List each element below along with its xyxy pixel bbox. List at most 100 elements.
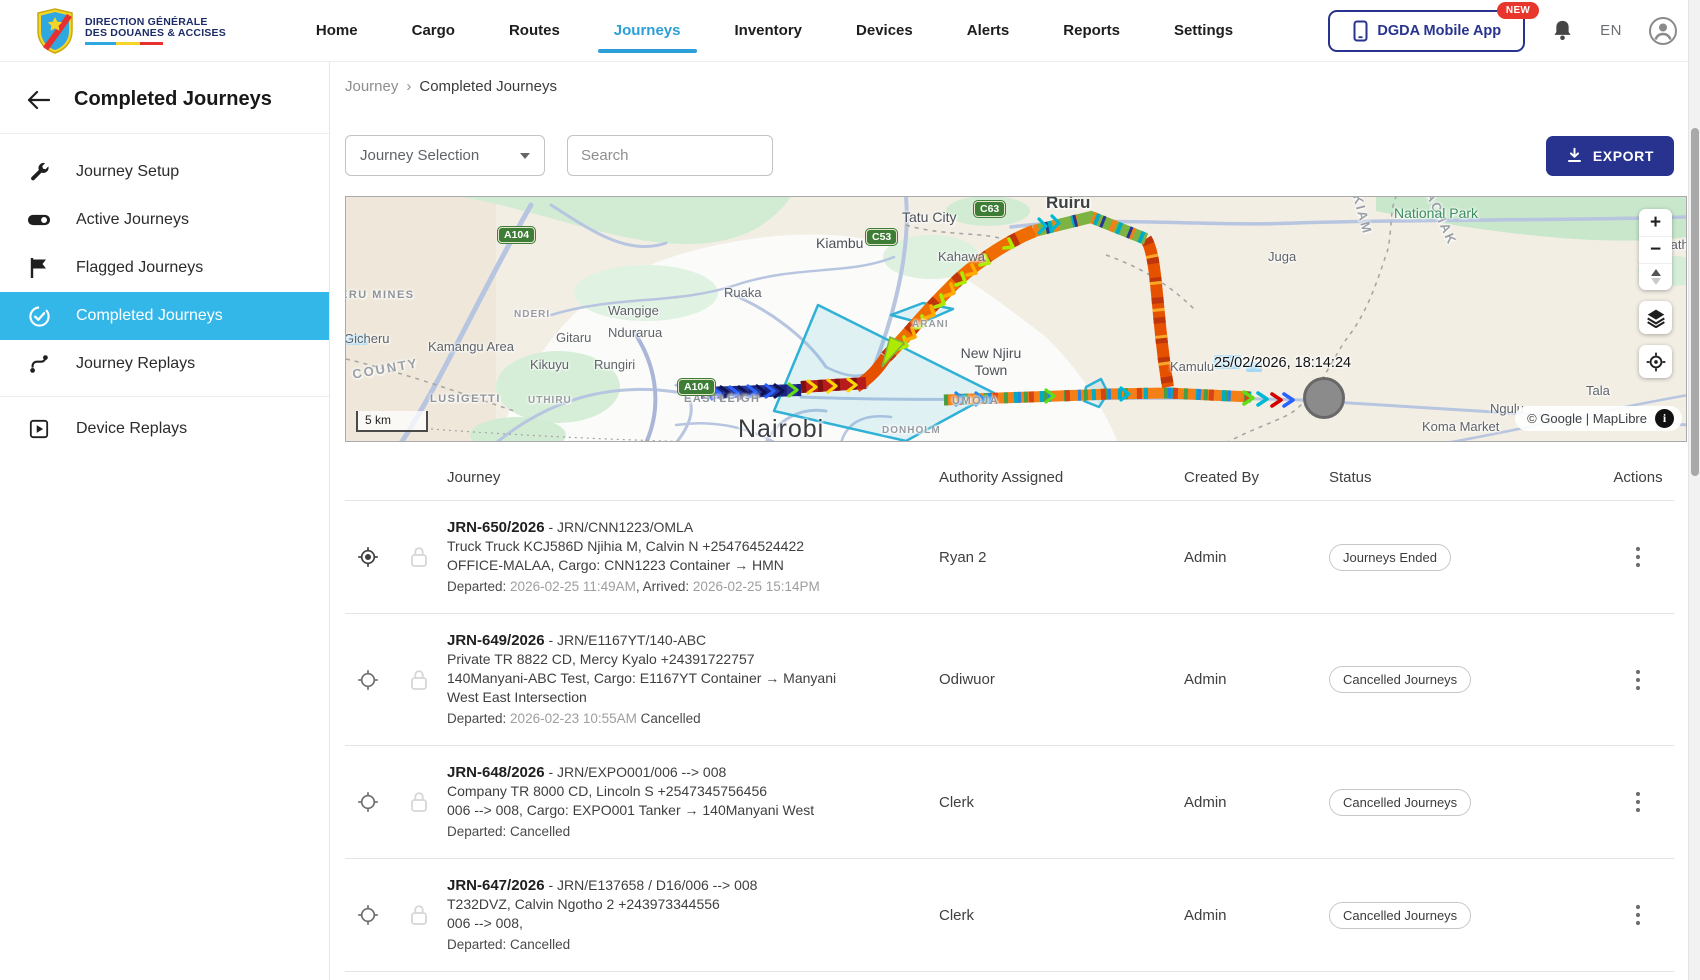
focus-location-icon[interactable] xyxy=(345,790,391,814)
journey-id: JRN-647/2026 xyxy=(447,877,545,894)
sidebar-item-label: Flagged Journeys xyxy=(76,259,203,277)
sidebar-item-journey-setup[interactable]: Journey Setup xyxy=(0,148,329,196)
download-icon xyxy=(1566,147,1583,164)
nav-item-alerts[interactable]: Alerts xyxy=(965,2,1012,59)
lock-icon[interactable] xyxy=(391,545,447,569)
focus-location-icon[interactable] xyxy=(345,903,391,927)
page-scrollbar[interactable] xyxy=(1688,0,1700,980)
road-shield-c53: C53 xyxy=(866,229,897,245)
sidebar-item-device-replays[interactable]: Device Replays xyxy=(0,405,329,453)
page-title: Completed Journeys xyxy=(74,88,272,111)
journey-time-label: Cancelled xyxy=(510,937,570,952)
table-row: JRN-649/2026 - JRN/E1167YT/140-ABCPrivat… xyxy=(345,614,1674,745)
divider xyxy=(0,396,329,397)
map-canvas xyxy=(346,197,1687,442)
sidebar-item-flagged-journeys[interactable]: Flagged Journeys xyxy=(0,244,329,292)
breadcrumb: Journey › Completed Journeys xyxy=(331,62,1688,95)
lock-icon[interactable] xyxy=(391,903,447,927)
sidebar-item-label: Device Replays xyxy=(76,420,187,438)
column-header-actions: Actions xyxy=(1601,469,1675,486)
sidebar-item-label: Journey Replays xyxy=(76,355,195,373)
nav-item-settings[interactable]: Settings xyxy=(1172,2,1235,59)
compass-icon xyxy=(1649,268,1663,286)
journey-route-cargo: 006 --> 008, Cargo: EXPO001 Tanker → 140… xyxy=(447,801,869,820)
breadcrumb-separator: › xyxy=(406,78,411,95)
check-circle-icon xyxy=(26,305,52,328)
authority-assigned-cell: Clerk xyxy=(939,907,1184,924)
journey-time-value: 2026-02-25 15:14PM xyxy=(693,579,820,594)
map-attribution-text: © Google | MapLibre xyxy=(1527,411,1647,426)
journey-ref: - JRN/E137658 / D16/006 --> 008 xyxy=(545,877,758,893)
route-icon xyxy=(26,353,52,375)
nav-item-journeys[interactable]: Journeys xyxy=(612,2,683,59)
journey-ref: - JRN/CNN1223/OMLA xyxy=(545,519,694,535)
journey-route-cargo: OFFICE-MALAA, Cargo: CNN1223 Container →… xyxy=(447,556,869,575)
breadcrumb-parent[interactable]: Journey xyxy=(345,78,398,95)
status-badge: Cancelled Journeys xyxy=(1329,902,1471,929)
sidebar-item-label: Journey Setup xyxy=(76,163,179,181)
user-avatar-icon[interactable] xyxy=(1648,16,1678,46)
scrollbar-thumb[interactable] xyxy=(1691,128,1699,476)
sidebar-item-journey-replays[interactable]: Journey Replays xyxy=(0,340,329,388)
phone-icon xyxy=(1352,20,1369,42)
dgda-crest-icon xyxy=(34,7,76,55)
back-arrow-icon[interactable] xyxy=(26,90,50,110)
map-zoom-controls: + − xyxy=(1639,209,1672,290)
row-actions-kebab-icon[interactable] xyxy=(1601,546,1675,568)
nav-item-reports[interactable]: Reports xyxy=(1061,2,1122,59)
column-header-created-by: Created By xyxy=(1184,469,1329,486)
journey-times: Departed: Cancelled xyxy=(447,822,869,841)
journey-time-label: , xyxy=(636,579,643,594)
main-nav: Home Cargo Routes Journeys Inventory Devices A… xyxy=(314,2,1235,59)
top-navbar: DIRECTION GÉNÉRALE DES DOUANES & ACCISES… xyxy=(0,0,1700,62)
map-scale-bar: 5 km xyxy=(356,411,428,432)
journey-id: JRN-650/2026 xyxy=(447,519,545,536)
export-button[interactable]: EXPORT xyxy=(1546,136,1674,176)
lock-icon[interactable] xyxy=(391,668,447,692)
sidebar-item-active-journeys[interactable]: Active Journeys xyxy=(0,196,329,244)
search-input[interactable] xyxy=(567,135,773,176)
nav-item-routes[interactable]: Routes xyxy=(507,2,562,59)
sidebar-item-completed-journeys[interactable]: Completed Journeys xyxy=(0,292,329,340)
notifications-bell-icon[interactable] xyxy=(1551,18,1574,43)
journey-selection-dropdown[interactable]: Journey Selection xyxy=(345,135,545,176)
journey-cell: JRN-649/2026 - JRN/E1167YT/140-ABCPrivat… xyxy=(447,631,939,728)
table-row: JRN-647/2026 - JRN/E137658 / D16/006 -->… xyxy=(345,859,1674,971)
map-attribution: © Google | MapLibre i xyxy=(1515,406,1682,431)
mobile-app-label: DGDA Mobile App xyxy=(1377,23,1501,39)
map-layers-button[interactable] xyxy=(1639,301,1672,334)
lock-icon[interactable] xyxy=(391,790,447,814)
focus-location-icon[interactable] xyxy=(345,668,391,692)
journey-time-value: 2026-02-23 10:55AM xyxy=(510,711,637,726)
journey-time-value: 2026-02-25 11:49AM xyxy=(510,579,636,594)
info-icon[interactable]: i xyxy=(1655,409,1674,428)
locate-target-icon xyxy=(1646,352,1666,372)
journey-times: Departed: 2026-02-25 11:49AM, Arrived: 2… xyxy=(447,577,869,596)
nav-item-inventory[interactable]: Inventory xyxy=(733,2,805,59)
position-marker[interactable] xyxy=(1303,377,1345,419)
journey-ref: - JRN/E1167YT/140-ABC xyxy=(545,632,707,648)
zoom-in-button[interactable]: + xyxy=(1639,209,1672,236)
toggle-icon xyxy=(26,212,52,228)
wrench-icon xyxy=(26,161,52,183)
journey-map[interactable]: ERU MINESGicheruKamangu AreaNDERIWangige… xyxy=(345,196,1687,442)
marker-timestamp: 25/02/2026, 18:14:24 xyxy=(1214,355,1351,371)
zoom-out-button[interactable]: − xyxy=(1639,236,1672,263)
row-actions-kebab-icon[interactable] xyxy=(1601,904,1675,926)
dgda-mobile-app-button[interactable]: DGDA Mobile App NEW xyxy=(1328,10,1525,52)
nav-item-home[interactable]: Home xyxy=(314,2,360,59)
nav-item-cargo[interactable]: Cargo xyxy=(410,2,457,59)
row-actions-kebab-icon[interactable] xyxy=(1601,669,1675,691)
authority-assigned-cell: Ryan 2 xyxy=(939,549,1184,566)
journey-route-cargo: 140Manyani-ABC Test, Cargo: E1167YT Cont… xyxy=(447,669,869,707)
map-locate-button[interactable] xyxy=(1639,345,1672,378)
export-label: EXPORT xyxy=(1593,148,1654,164)
compass-tilt-button[interactable] xyxy=(1639,263,1672,290)
language-selector[interactable]: EN xyxy=(1600,22,1622,39)
row-actions-kebab-icon[interactable] xyxy=(1601,791,1675,813)
flag-icon xyxy=(26,257,52,279)
sidebar-item-label: Active Journeys xyxy=(76,211,189,229)
nav-item-devices[interactable]: Devices xyxy=(854,2,915,59)
journey-selection-value: Journey Selection xyxy=(360,147,479,164)
focus-location-icon-active[interactable] xyxy=(345,545,391,569)
